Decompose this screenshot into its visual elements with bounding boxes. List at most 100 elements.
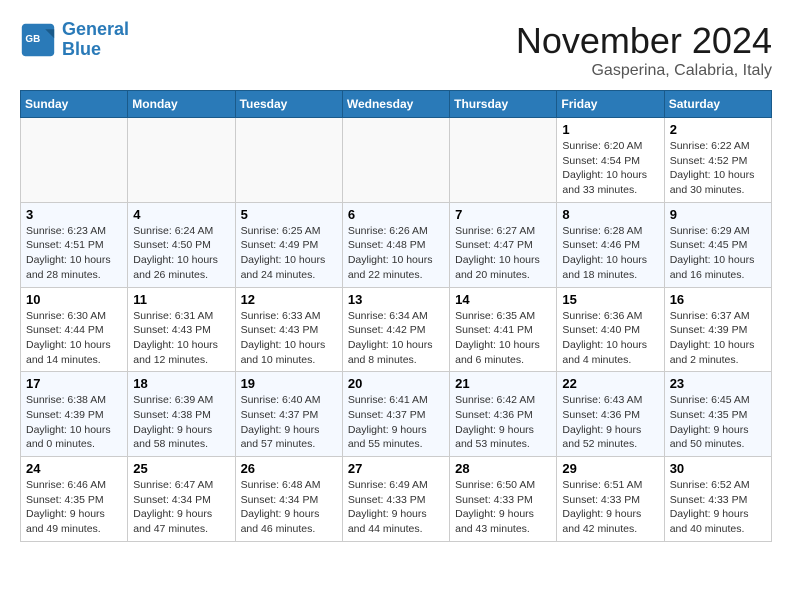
day-info: Sunrise: 6:27 AMSunset: 4:47 PMDaylight:… [455, 224, 551, 283]
day-info: Sunrise: 6:28 AMSunset: 4:46 PMDaylight:… [562, 224, 658, 283]
calendar-cell: 13 Sunrise: 6:34 AMSunset: 4:42 PMDayligh… [342, 287, 449, 372]
calendar-cell: 2Sunrise: 6:22 AMSunset: 4:52 PMDaylight… [664, 118, 771, 203]
day-number: 15 [562, 292, 658, 307]
calendar-cell: 19 Sunrise: 6:40 AMSunset: 4:37 PMDayligh… [235, 372, 342, 457]
calendar-week-2: 3 Sunrise: 6:23 AMSunset: 4:51 PMDaylight… [21, 202, 772, 287]
day-number: 5 [241, 207, 337, 222]
calendar-cell: 4 Sunrise: 6:24 AMSunset: 4:50 PMDaylight… [128, 202, 235, 287]
calendar-cell: 20Sunrise: 6:41 AMSunset: 4:37 PMDayligh… [342, 372, 449, 457]
day-number: 20 [348, 376, 444, 391]
calendar-cell: 25 Sunrise: 6:47 AMSunset: 4:34 PMDayligh… [128, 457, 235, 542]
day-info: Sunrise: 6:51 AMSunset: 4:33 PMDaylight:… [562, 478, 658, 537]
calendar-cell: 14 Sunrise: 6:35 AMSunset: 4:41 PMDayligh… [450, 287, 557, 372]
calendar-cell: 9Sunrise: 6:29 AMSunset: 4:45 PMDaylight… [664, 202, 771, 287]
day-number: 4 [133, 207, 229, 222]
day-info: Sunrise: 6:35 AMSunset: 4:41 PMDaylight:… [455, 309, 551, 368]
calendar-cell: 28 Sunrise: 6:50 AMSunset: 4:33 PMDayligh… [450, 457, 557, 542]
day-info: Sunrise: 6:20 AMSunset: 4:54 PMDaylight:… [562, 139, 658, 198]
calendar-week-3: 10 Sunrise: 6:30 AMSunset: 4:44 PMDayligh… [21, 287, 772, 372]
day-number: 8 [562, 207, 658, 222]
day-number: 24 [26, 461, 122, 476]
day-info: Sunrise: 6:33 AMSunset: 4:43 PMDaylight:… [241, 309, 337, 368]
day-number: 29 [562, 461, 658, 476]
day-number: 28 [455, 461, 551, 476]
day-header-friday: Friday [557, 91, 664, 118]
day-number: 17 [26, 376, 122, 391]
day-number: 21 [455, 376, 551, 391]
day-info: Sunrise: 6:36 AMSunset: 4:40 PMDaylight:… [562, 309, 658, 368]
day-info: Sunrise: 6:37 AMSunset: 4:39 PMDaylight:… [670, 309, 766, 368]
day-header-thursday: Thursday [450, 91, 557, 118]
day-info: Sunrise: 6:34 AMSunset: 4:42 PMDaylight:… [348, 309, 444, 368]
day-number: 11 [133, 292, 229, 307]
day-number: 25 [133, 461, 229, 476]
day-info: Sunrise: 6:45 AMSunset: 4:35 PMDaylight:… [670, 393, 766, 452]
calendar-cell [450, 118, 557, 203]
day-number: 26 [241, 461, 337, 476]
calendar-cell: 27 Sunrise: 6:49 AMSunset: 4:33 PMDayligh… [342, 457, 449, 542]
day-number: 19 [241, 376, 337, 391]
calendar-cell: 24 Sunrise: 6:46 AMSunset: 4:35 PMDayligh… [21, 457, 128, 542]
day-info: Sunrise: 6:23 AMSunset: 4:51 PMDaylight:… [26, 224, 122, 283]
calendar-cell: 30 Sunrise: 6:52 AMSunset: 4:33 PMDayligh… [664, 457, 771, 542]
day-number: 13 [348, 292, 444, 307]
day-number: 2 [670, 122, 766, 137]
svg-text:GB: GB [25, 34, 40, 45]
day-header-wednesday: Wednesday [342, 91, 449, 118]
calendar-cell: 8 Sunrise: 6:28 AMSunset: 4:46 PMDaylight… [557, 202, 664, 287]
day-info: Sunrise: 6:48 AMSunset: 4:34 PMDaylight:… [241, 478, 337, 537]
day-info: Sunrise: 6:43 AMSunset: 4:36 PMDaylight:… [562, 393, 658, 452]
calendar-cell [342, 118, 449, 203]
logo-text: General Blue [62, 20, 129, 60]
day-info: Sunrise: 6:50 AMSunset: 4:33 PMDaylight:… [455, 478, 551, 537]
day-number: 10 [26, 292, 122, 307]
calendar-cell: 17 Sunrise: 6:38 AMSunset: 4:39 PMDayligh… [21, 372, 128, 457]
title-area: November 2024 Gasperina, Calabria, Italy [516, 20, 772, 80]
calendar-cell: 16 Sunrise: 6:37 AMSunset: 4:39 PMDayligh… [664, 287, 771, 372]
logo-icon: GB [20, 22, 56, 58]
calendar-cell [128, 118, 235, 203]
calendar-table: SundayMondayTuesdayWednesdayThursdayFrid… [20, 90, 772, 542]
day-number: 14 [455, 292, 551, 307]
day-info: Sunrise: 6:25 AMSunset: 4:49 PMDaylight:… [241, 224, 337, 283]
day-number: 22 [562, 376, 658, 391]
calendar-cell: 6 Sunrise: 6:26 AMSunset: 4:48 PMDaylight… [342, 202, 449, 287]
calendar-cell: 3 Sunrise: 6:23 AMSunset: 4:51 PMDaylight… [21, 202, 128, 287]
calendar-cell: 22 Sunrise: 6:43 AMSunset: 4:36 PMDayligh… [557, 372, 664, 457]
calendar-cell: 7 Sunrise: 6:27 AMSunset: 4:47 PMDaylight… [450, 202, 557, 287]
day-number: 18 [133, 376, 229, 391]
day-info: Sunrise: 6:40 AMSunset: 4:37 PMDaylight:… [241, 393, 337, 452]
day-info: Sunrise: 6:26 AMSunset: 4:48 PMDaylight:… [348, 224, 444, 283]
day-number: 7 [455, 207, 551, 222]
day-info: Sunrise: 6:46 AMSunset: 4:35 PMDaylight:… [26, 478, 122, 537]
day-number: 9 [670, 207, 766, 222]
day-number: 27 [348, 461, 444, 476]
day-number: 3 [26, 207, 122, 222]
calendar-cell: 18Sunrise: 6:39 AMSunset: 4:38 PMDayligh… [128, 372, 235, 457]
calendar-cell: 11 Sunrise: 6:31 AMSunset: 4:43 PMDayligh… [128, 287, 235, 372]
day-info: Sunrise: 6:47 AMSunset: 4:34 PMDaylight:… [133, 478, 229, 537]
day-info: Sunrise: 6:52 AMSunset: 4:33 PMDaylight:… [670, 478, 766, 537]
calendar-cell: 26 Sunrise: 6:48 AMSunset: 4:34 PMDayligh… [235, 457, 342, 542]
calendar-week-4: 17 Sunrise: 6:38 AMSunset: 4:39 PMDayligh… [21, 372, 772, 457]
day-number: 1 [562, 122, 658, 137]
header: GB General Blue November 2024 Gasperina,… [20, 20, 772, 80]
day-info: Sunrise: 6:30 AMSunset: 4:44 PMDaylight:… [26, 309, 122, 368]
location: Gasperina, Calabria, Italy [516, 62, 772, 80]
day-header-tuesday: Tuesday [235, 91, 342, 118]
day-number: 30 [670, 461, 766, 476]
day-number: 6 [348, 207, 444, 222]
day-info: Sunrise: 6:24 AMSunset: 4:50 PMDaylight:… [133, 224, 229, 283]
day-number: 16 [670, 292, 766, 307]
calendar-cell: 29 Sunrise: 6:51 AMSunset: 4:33 PMDayligh… [557, 457, 664, 542]
calendar-cell: 12 Sunrise: 6:33 AMSunset: 4:43 PMDayligh… [235, 287, 342, 372]
calendar-cell: 1 Sunrise: 6:20 AMSunset: 4:54 PMDaylight… [557, 118, 664, 203]
day-number: 12 [241, 292, 337, 307]
day-info: Sunrise: 6:49 AMSunset: 4:33 PMDaylight:… [348, 478, 444, 537]
day-header-saturday: Saturday [664, 91, 771, 118]
logo: GB General Blue [20, 20, 129, 60]
day-info: Sunrise: 6:31 AMSunset: 4:43 PMDaylight:… [133, 309, 229, 368]
day-number: 23 [670, 376, 766, 391]
day-info: Sunrise: 6:38 AMSunset: 4:39 PMDaylight:… [26, 393, 122, 452]
day-header-monday: Monday [128, 91, 235, 118]
